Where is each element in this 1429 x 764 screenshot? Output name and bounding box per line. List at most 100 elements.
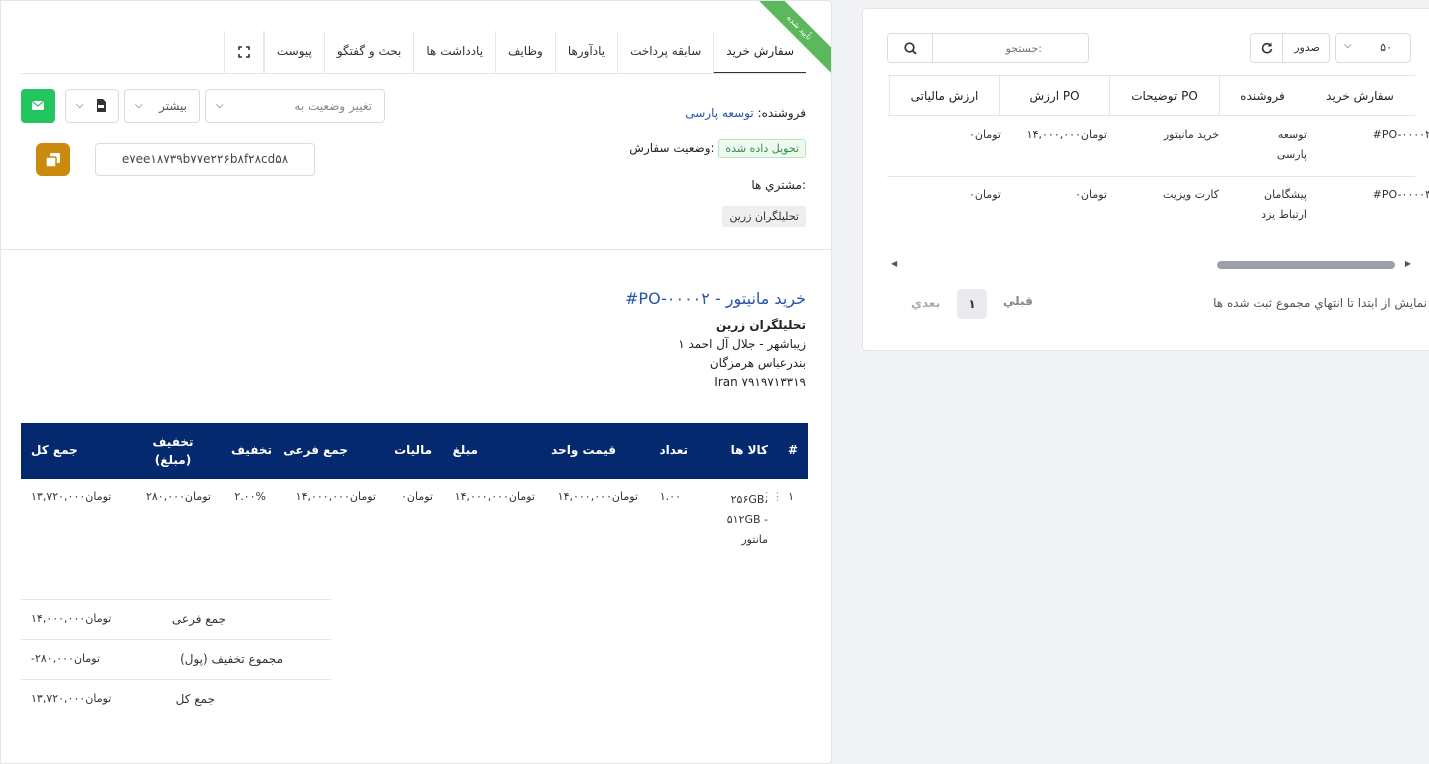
row-qty: ۱.۰۰ (659, 490, 681, 503)
row-po-link[interactable]: #PO-۰۰۰۰۲ (1373, 125, 1429, 145)
row-item-line: ۵۱۲GB - (726, 513, 768, 526)
col-tax-value[interactable]: ارزش مالیاتی (889, 76, 999, 116)
col-po-desc[interactable]: توضیحات PO (1109, 76, 1219, 116)
col-po-value[interactable]: ارزش PO (999, 76, 1109, 116)
address-street: زیباشهر - جلال آل احمد ۱ (678, 337, 806, 351)
section-divider (1, 249, 831, 250)
row-item-line: ۲۵۶GB، (730, 493, 768, 506)
chevron-down-icon: ⌵ (76, 100, 84, 111)
change-status-placeholder: تغییر وضعیت به (294, 99, 372, 113)
summary-value: تومان۱۴,۰۰۰,۰۰۰ (31, 612, 112, 625)
col-po[interactable]: سفارش خرید (1305, 76, 1415, 116)
tab-payment-history[interactable]: سابقه پرداخت (617, 31, 713, 74)
scrollbar-thumb[interactable] (1217, 261, 1395, 269)
order-hash-field[interactable]: e۷ee۱۸۷۳۹b۷۷e۲۲۶b۸f۲۸cd۵۸ (95, 143, 315, 176)
tab-attachments[interactable]: پیوست (263, 31, 324, 74)
row-value: تومان۱۴,۰۰۰,۰۰۰ (1026, 128, 1107, 141)
search-button[interactable] (888, 34, 933, 62)
pdf-file-icon (97, 99, 106, 112)
pagination-info: نمایش از ابتدا تا انتهاي مجموع ثبت شده ه… (1213, 296, 1427, 310)
row-subtotal: تومان۱۴,۰۰۰,۰۰۰ (295, 490, 376, 503)
row-unit-price: تومان۱۴,۰۰۰,۰۰۰ (557, 490, 638, 503)
prev-page-button[interactable]: قبلي (1003, 294, 1033, 308)
row-desc: کارت ویزیت (1162, 188, 1219, 201)
tabs-divider (21, 73, 806, 74)
row-total: تومان۱۳,۷۲۰,۰۰۰ (31, 490, 112, 503)
expand-icon (238, 46, 250, 58)
items-table-header: # کالا ها تعداد قیمت واحد مبلغ مالیات جم… (21, 423, 808, 479)
row-amount: تومان۱۴,۰۰۰,۰۰۰ (454, 490, 535, 503)
col-discount: تخفیف (231, 443, 272, 457)
summary-subtotal: جمع فرعی تومان۱۴,۰۰۰,۰۰۰ (21, 599, 331, 639)
tab-discussion[interactable]: بحث و گفتگو (323, 31, 414, 74)
customers-label: مشتري ها: (751, 178, 806, 192)
summary-value: تومان۱۳,۷۲۰,۰۰۰ (31, 692, 112, 705)
col-items: کالا ها (730, 443, 768, 457)
customer-chip: تحلیلگران زرین (722, 206, 806, 227)
scroll-right-icon[interactable]: ▶ (1405, 259, 1411, 268)
document-title[interactable]: #PO-۰۰۰۰۲ - خرید مانیتور (625, 289, 806, 308)
search-box (887, 33, 1089, 63)
status-badge: تحویل داده شده (718, 139, 806, 158)
col-qty: تعداد (659, 443, 688, 457)
address-country: Iran ۷۹۱۹۷۱۳۳۱۹ (714, 375, 806, 389)
summary-key: جمع فرعی (171, 612, 226, 626)
scroll-left-icon[interactable]: ◀ (891, 259, 897, 268)
summary-value: -تومان۲۸۰,۰۰۰ (31, 652, 101, 665)
col-subtotal: جمع فرعی (283, 443, 348, 457)
tab-reminders[interactable]: یادآورها (554, 31, 617, 74)
purchase-orders-list-panel: ۵۰ ⌵ صدور سفارش خرید فروشنده توضیحات PO … (862, 8, 1429, 351)
tab-notes[interactable]: یادداشت ها (413, 31, 495, 74)
status-row: وضعیت سفارش: تحویل داده شده (629, 139, 806, 158)
page-number-button[interactable]: ۱ (957, 289, 987, 319)
summary-total: جمع کل تومان۱۳,۷۲۰,۰۰۰ (21, 679, 331, 719)
row-num: ۱ (788, 490, 794, 503)
refresh-icon (1261, 42, 1273, 54)
col-total: جمع کل (31, 443, 78, 457)
col-num: # (787, 443, 798, 457)
address-company: تحلیلگران زرین (716, 318, 806, 332)
po-table-header: سفارش خرید فروشنده توضیحات PO ارزش PO ار… (887, 75, 1415, 116)
col-amount: مبلغ (452, 443, 478, 457)
col-tax: مالیات (394, 443, 432, 457)
chevron-down-icon: ⌵ (135, 100, 143, 111)
row-item-line: مانتور (741, 533, 768, 546)
refresh-button[interactable] (1250, 33, 1283, 63)
export-button[interactable]: صدور (1282, 33, 1330, 63)
pdf-dropdown[interactable]: ⌵ (65, 89, 119, 123)
col-vendor[interactable]: فروشنده (1219, 76, 1305, 116)
order-detail-panel: تأیید شده سفارش خرید سابقه پرداخت یادآور… (0, 0, 832, 764)
page-size-select[interactable]: ۵۰ ⌵ (1335, 33, 1411, 63)
row-value: تومان۰ (1075, 188, 1107, 201)
status-label: وضعیت سفارش: (629, 141, 715, 155)
more-dropdown[interactable]: بیشتر ⌵ (124, 89, 200, 123)
row-discount-amount: تومان۲۸۰,۰۰۰ (145, 490, 211, 503)
page-size-value: ۵۰ (1380, 41, 1392, 54)
row-tax: تومان۰ (969, 188, 1001, 201)
vendor-label: فروشنده: (757, 106, 806, 120)
row-vendor: توسعه پارسی (1276, 128, 1307, 161)
row-tax: تومان۰ (401, 490, 433, 503)
row-desc: خرید مانیتور (1163, 128, 1219, 141)
envelope-icon (31, 100, 45, 110)
fullscreen-button[interactable] (223, 31, 264, 74)
send-email-button[interactable] (21, 89, 55, 123)
col-discount-amount: تخفیف (مبلغ) (152, 435, 194, 467)
chevron-down-icon: ⌵ (1344, 40, 1352, 51)
row-po-link[interactable]: #PO-۰۰۰۰۳ (1373, 185, 1429, 205)
summary-discount: مجموع تخفیف (پول) -تومان۲۸۰,۰۰۰ (21, 639, 331, 679)
tab-tasks[interactable]: وظایف (495, 31, 555, 74)
search-icon (903, 42, 917, 55)
vendor-link[interactable]: توسعه پارسی (685, 106, 753, 120)
row-divider (887, 176, 1415, 177)
copy-button[interactable] (36, 143, 70, 176)
row-tax: تومان۰ (969, 128, 1001, 141)
tab-purchase-order[interactable]: سفارش خرید (713, 31, 806, 74)
row-vendor: پیشگامان ارتباط یزد (1261, 188, 1307, 221)
change-status-select[interactable]: تغییر وضعیت به ⌵ (205, 89, 385, 123)
horizontal-scrollbar[interactable]: ◀ ▶ (887, 259, 1415, 269)
summary-key: جمع کل (175, 692, 215, 706)
row-item: ۲۵۶GB، ۵۱۲GB - مانتور (727, 490, 768, 550)
copy-icon (45, 153, 60, 168)
next-page-button[interactable]: بعدي (911, 296, 940, 310)
